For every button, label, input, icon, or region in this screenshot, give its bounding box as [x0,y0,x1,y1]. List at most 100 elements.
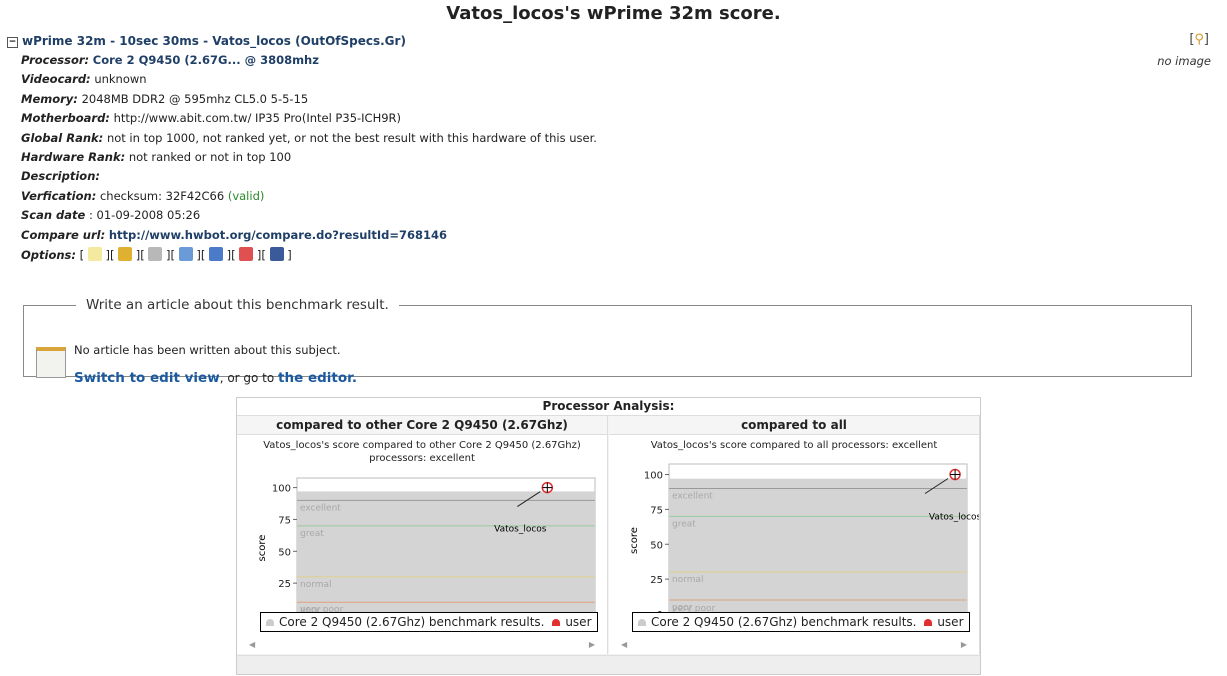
panel-all: compared to all Vatos_locos's score comp… [609,416,980,654]
detail-row: Processor: Core 2 Q9450 (2.67G... @ 3808… [21,53,597,72]
zoom-image-button[interactable]: [⚲] [1189,32,1209,47]
collapse-toggle[interactable]: − [7,37,18,48]
chart-icon[interactable] [239,246,254,261]
detail-row: Scan date : 01-09-2008 05:26 [21,208,597,227]
detail-row: Global Rank: not in top 1000, not ranked… [21,131,597,150]
no-image-text: no image [1157,54,1211,68]
or-text: , or go to [219,371,279,385]
result-details: Processor: Core 2 Q9450 (2.67G... @ 3808… [21,53,597,266]
result-heading[interactable]: − wPrime 32m - 10sec 30ms - Vatos_locos (… [7,34,406,48]
band-label: excellent [672,491,713,501]
y-tick-label: 100 [272,484,291,495]
scroll-right-icon[interactable]: ▶ [961,640,967,649]
band-label: excellent [300,503,341,513]
detail-value: 2048MB DDR2 @ 595mhz CL5.0 5-5-15 [81,91,309,106]
results-area [669,478,967,614]
processor-analysis: Processor Analysis: compared to other Co… [236,397,981,675]
y-axis-label: score [629,527,640,554]
y-tick-label: 50 [278,547,291,558]
detail-value[interactable]: http://www.hwbot.org/compare.do?resultId… [109,228,447,242]
detail-label: Videocard: [21,72,91,87]
detail-value: unknown [94,72,147,87]
y-axis-label: score [257,535,268,562]
y-tick-label: 100 [644,471,663,482]
legend-item: Core 2 Q9450 (2.67Ghz) benchmark results… [651,615,917,629]
panel-title: compared to other Core 2 Q9450 (2.67Ghz) [237,416,607,435]
chart-title-line2: processors: excellent [369,453,475,464]
detail-value: not in top 1000, not ranked yet, or not … [106,130,597,145]
y-tick-label: 75 [650,505,663,516]
y-tick-label: 50 [650,540,663,551]
database-icon[interactable] [148,246,163,261]
results-area [297,491,595,615]
detail-row: Memory: 2048MB DDR2 @ 595mhz CL5.0 5-5-1… [21,92,597,111]
options-row: Options: [ ][ ][ ][ ][ ][ ][ ] [21,246,292,262]
magnifier-icon[interactable]: ⚲ [1194,32,1204,47]
article-legend: Write an article about this benchmark re… [86,297,389,313]
legend-marker [924,619,933,626]
legend-item: user [937,615,964,629]
book-icon[interactable] [269,246,284,261]
detail-label: Description: [21,169,100,184]
detail-value: : 01-09-2008 05:26 [89,208,201,223]
detail-row: Description: [21,169,597,188]
legend-marker [638,619,646,626]
y-tick-label: 25 [650,575,663,586]
detail-label: Scan date [21,208,86,223]
detail-label: Motherboard: [21,111,110,126]
band-label: great [672,519,696,529]
user-annotation: Vatos_locos [494,525,547,535]
band-label: great [300,529,324,539]
detail-row: Hardware Rank: not ranked or not in top … [21,150,597,169]
options-label: Options: [21,247,76,262]
chart-title: Vatos_locos's score compared to other Co… [263,440,581,451]
legend-item: Core 2 Q9450 (2.67Ghz) benchmark results… [279,615,545,629]
analysis-footer [237,655,980,674]
result-title[interactable]: wPrime 32m - 10sec 30ms - Vatos_locos (O… [22,34,406,48]
valid-status: (valid) [227,188,265,203]
page-title: Vatos_locos's wPrime 32m score. [446,3,781,24]
detail-label: Processor: [21,53,90,67]
horizontal-scrollbar[interactable]: ◀ ▶ [237,638,607,654]
scroll-left-icon[interactable]: ◀ [249,640,255,649]
detail-label: Hardware Rank: [21,149,126,164]
chart-legend: Core 2 Q9450 (2.67Ghz) benchmark results… [632,612,970,632]
detail-label: Global Rank: [21,130,104,145]
detail-label: Memory: [21,91,78,106]
switch-edit-view-link[interactable]: Switch to edit view [74,370,220,386]
edit-icon[interactable] [87,246,102,261]
legend-marker [552,619,561,626]
no-article-text: No article has been written about this s… [74,343,341,357]
detail-row: Verfication: checksum: 32F42C66 (valid) [21,189,597,208]
y-tick-label: 25 [278,579,291,590]
detail-label: Compare url: [21,227,106,242]
bell-icon[interactable] [118,246,133,261]
legend-marker [266,619,274,626]
scroll-left-icon[interactable]: ◀ [621,640,627,649]
detail-value: http://www.abit.com.tw/ IP35 Pro(Intel P… [113,111,402,126]
editor-link[interactable]: the editor. [278,370,357,386]
detail-row: Motherboard: http://www.abit.com.tw/ IP3… [21,111,597,130]
detail-value[interactable]: Core 2 Q9450 (2.67G... @ 3808mhz [93,53,319,67]
detail-row: Compare url: http://www.hwbot.org/compar… [21,228,597,247]
bracket: ] [1203,32,1209,47]
detail-value: checksum: 32F42C66 [99,188,225,203]
detail-value: not ranked or not in top 100 [128,149,292,164]
users-icon[interactable] [178,246,193,261]
band-label: normal [672,575,704,585]
article-box: Write an article about this benchmark re… [23,297,1192,386]
user-annotation: Vatos_locos [929,513,979,523]
band-label: normal [300,580,332,590]
y-tick-label: 75 [278,515,291,526]
scroll-right-icon[interactable]: ▶ [589,640,595,649]
notepad-icon [36,347,66,378]
detail-label: Verfication: [21,188,97,203]
chart-title: Vatos_locos's score compared to all proc… [650,440,938,451]
horizontal-scrollbar[interactable]: ◀ ▶ [609,638,979,654]
detail-row: Videocard: unknown [21,72,597,91]
chart-legend: Core 2 Q9450 (2.67Ghz) benchmark results… [260,612,598,632]
user-icon[interactable] [208,246,223,261]
legend-item: user [565,615,592,629]
panel-title: compared to all [609,416,979,435]
panel-same-cpu: compared to other Core 2 Q9450 (2.67Ghz)… [237,416,608,654]
